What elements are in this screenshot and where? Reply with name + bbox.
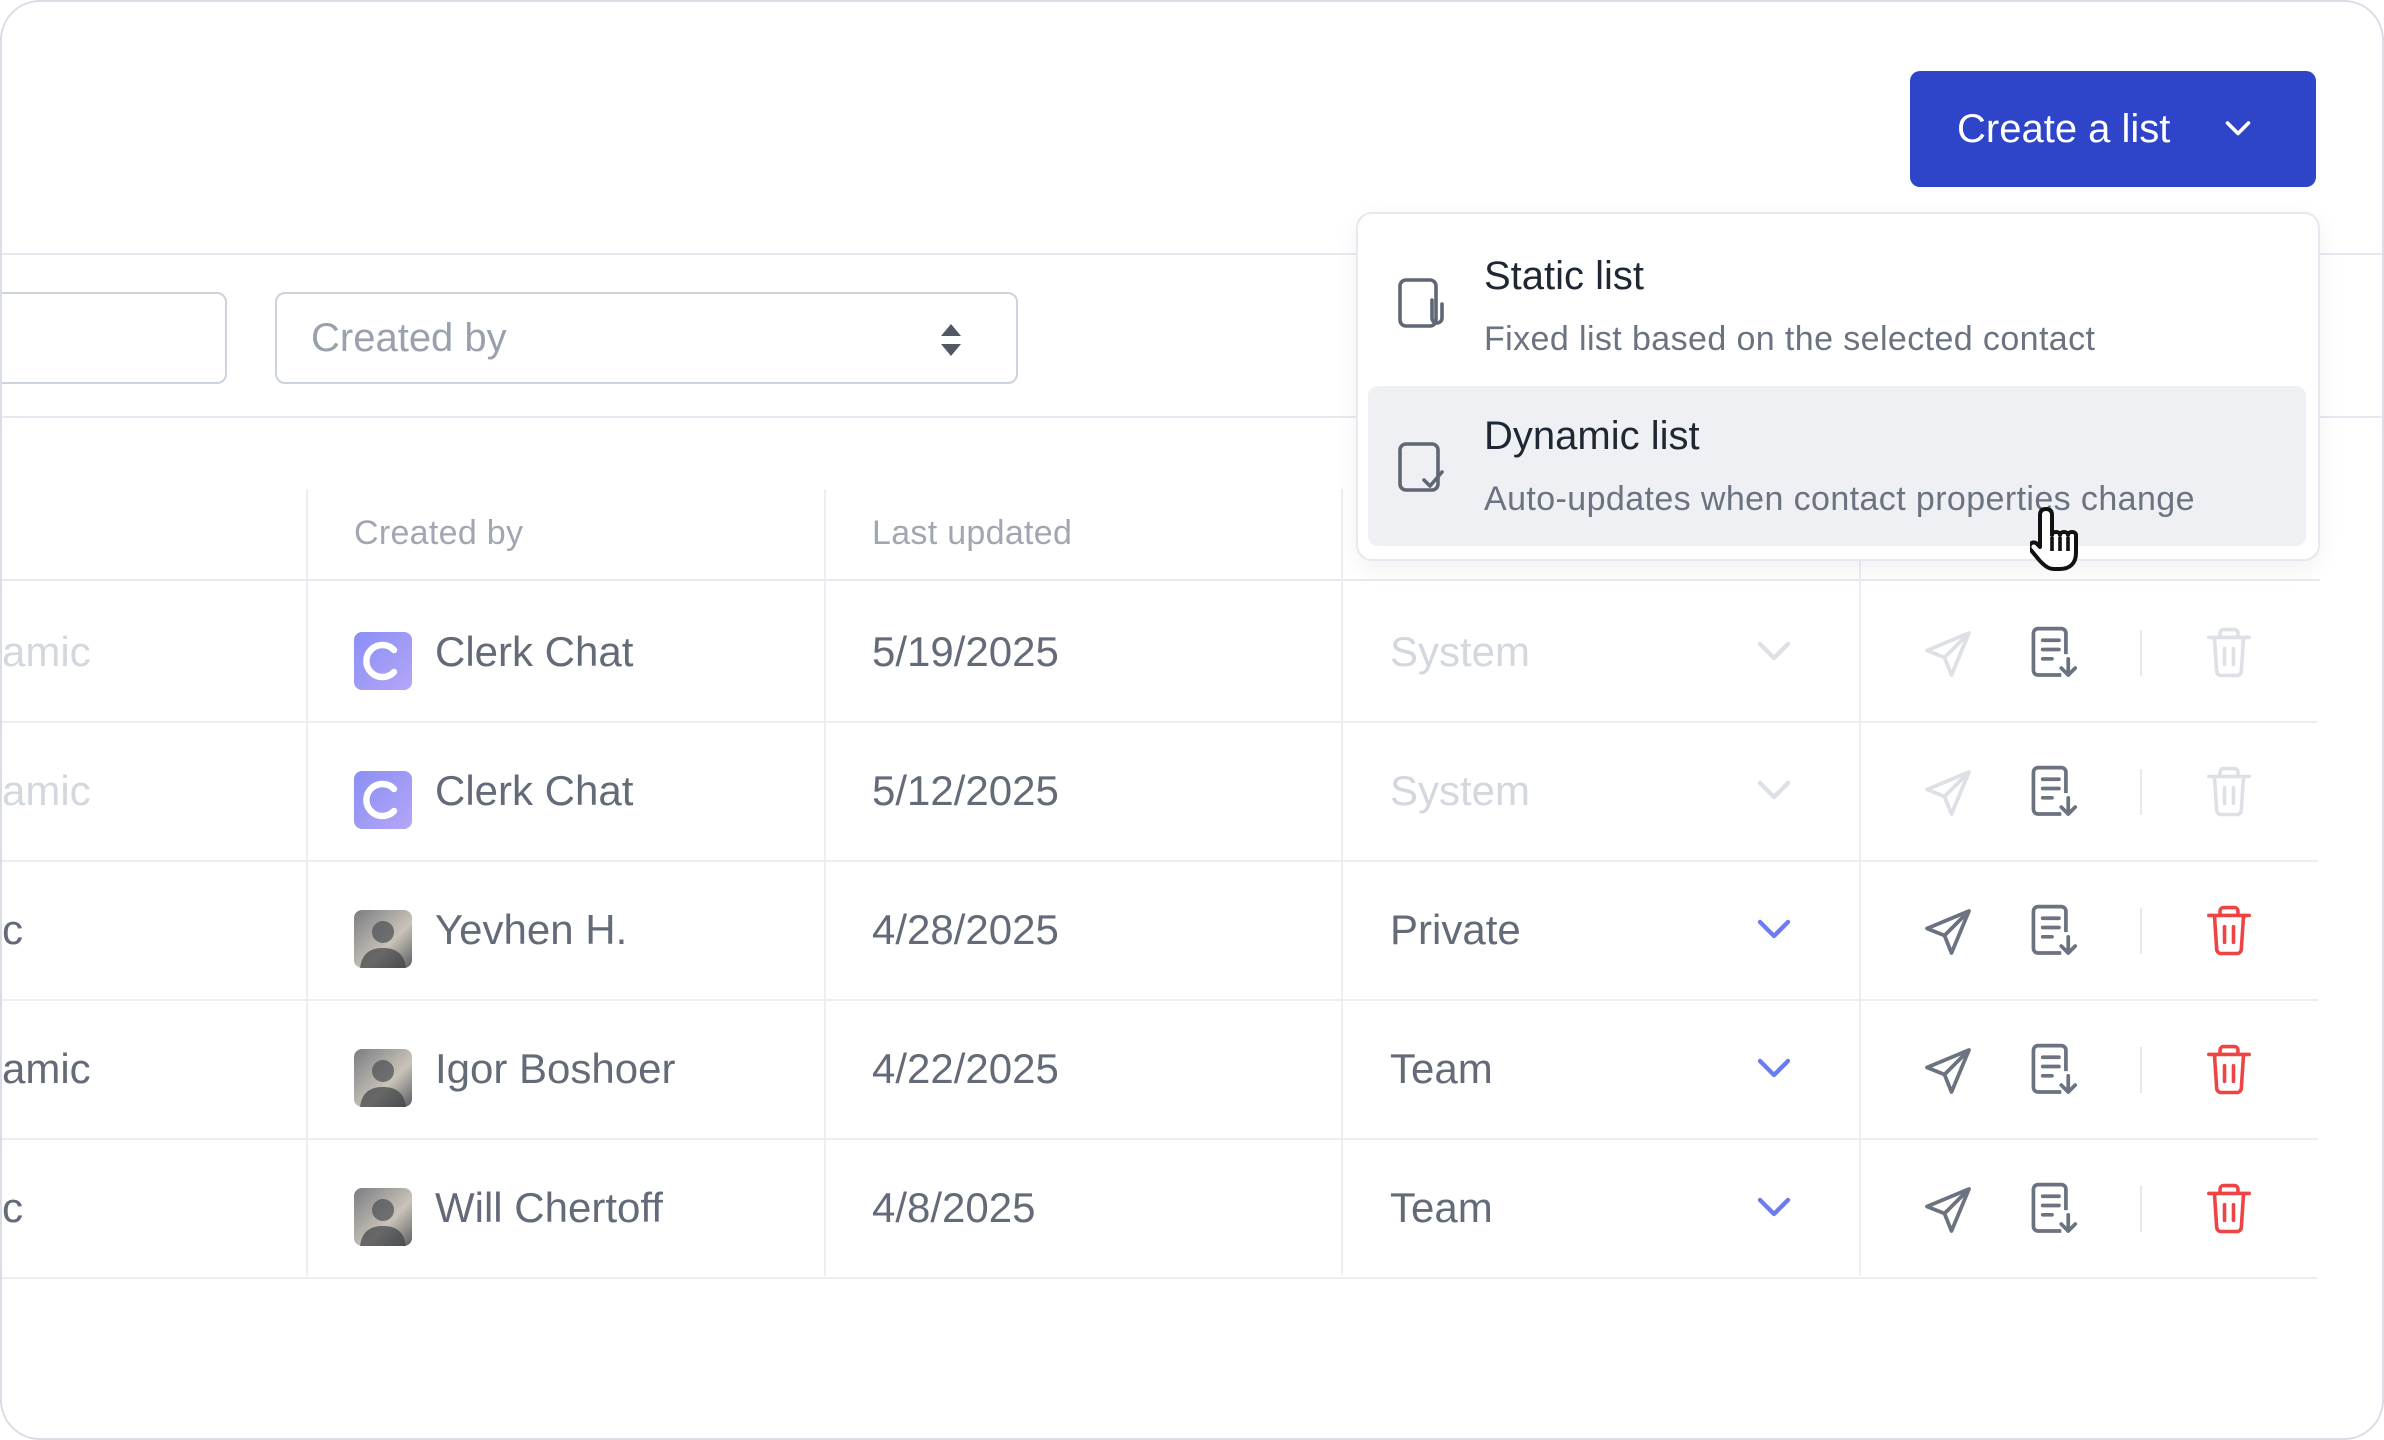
actions-separator <box>2140 769 2142 815</box>
table-row[interactable]: c Yevhen H. 4/28/2025 Private <box>2 860 2318 1001</box>
created-by-placeholder: Created by <box>311 315 507 360</box>
clerk-chat-logo-icon <box>354 632 412 690</box>
send-icon[interactable] <box>1920 1043 1976 1099</box>
last-updated: 4/28/2025 <box>872 905 1059 953</box>
menu-item-dynamic-list[interactable]: Dynamic list Auto-updates when contact p… <box>1368 386 2306 546</box>
export-document-icon[interactable] <box>2024 624 2080 682</box>
hand-cursor-icon <box>2030 507 2078 571</box>
chevron-down-icon[interactable] <box>1754 1053 1794 1085</box>
list-type-cell: c <box>2 1183 23 1231</box>
export-document-icon[interactable] <box>2024 1180 2080 1238</box>
actions-separator <box>2140 1186 2142 1232</box>
send-icon <box>1925 631 1971 677</box>
visibility-value: Team <box>1390 1044 1493 1092</box>
last-updated: 5/12/2025 <box>872 766 1059 814</box>
last-updated: 5/19/2025 <box>872 627 1059 675</box>
search-input[interactable] <box>2 292 227 384</box>
table-row[interactable]: amic Clerk Chat 5/19/2025 System <box>2 582 2318 723</box>
table-header-divider <box>2 579 2320 581</box>
create-list-button[interactable]: Create a list <box>1910 71 2316 187</box>
send-icon[interactable] <box>1920 904 1976 960</box>
send-icon <box>1925 770 1971 816</box>
clerk-chat-logo-icon <box>354 771 412 829</box>
visibility-select[interactable]: Team <box>1390 999 1810 1138</box>
creator-name: Clerk Chat <box>435 627 634 675</box>
column-header-last-updated: Last updated <box>872 514 1073 552</box>
export-document-icon[interactable] <box>2024 1041 2080 1099</box>
created-by-filter[interactable]: Created by <box>275 292 1018 384</box>
chevron-down-icon <box>1757 780 1791 800</box>
visibility-select: System <box>1390 721 1810 860</box>
trash-icon <box>2207 627 2251 678</box>
last-updated: 4/8/2025 <box>872 1183 1036 1231</box>
chevron-down-icon[interactable] <box>1754 914 1794 946</box>
menu-item-description: Fixed list based on the selected contact <box>1484 320 2096 358</box>
paperclip-document-icon <box>1398 278 1444 328</box>
table-row[interactable]: c Will Chertoff 4/8/2025 Team <box>2 1138 2318 1279</box>
trash-icon[interactable] <box>2202 1041 2256 1097</box>
chevron-down-icon[interactable] <box>1754 1192 1794 1224</box>
creator-name: Will Chertoff <box>435 1183 663 1231</box>
trash-icon[interactable] <box>2202 902 2256 958</box>
menu-item-static-list[interactable]: Static list Fixed list based on the sele… <box>1368 216 2306 376</box>
visibility-select[interactable]: Private <box>1390 860 1810 999</box>
table-row[interactable]: amic Igor Boshoer 4/22/2025 Team <box>2 999 2318 1140</box>
export-document-icon[interactable] <box>2024 902 2080 960</box>
menu-item-title: Static list <box>1484 254 1645 298</box>
actions-separator <box>2140 1047 2142 1093</box>
sort-updown-icon <box>941 324 961 356</box>
create-list-menu: Static list Fixed list based on the sele… <box>1356 212 2320 561</box>
export-document-icon[interactable] <box>2024 763 2080 821</box>
send-icon[interactable] <box>1920 1182 1976 1238</box>
app-window: Create a list Created by Created by Last… <box>0 0 2384 1440</box>
visibility-select[interactable]: Team <box>1390 1138 1810 1277</box>
actions-separator <box>2140 908 2142 954</box>
avatar <box>354 1188 412 1246</box>
creator-name: Yevhen H. <box>435 905 628 953</box>
trash-icon[interactable] <box>2202 1180 2256 1236</box>
column-header-created-by: Created by <box>354 514 524 552</box>
list-type-cell: amic <box>2 627 91 675</box>
list-type-cell: c <box>2 905 23 953</box>
list-type-cell: amic <box>2 1044 91 1092</box>
creator-name: Igor Boshoer <box>435 1044 676 1092</box>
check-document-icon <box>1398 442 1444 492</box>
visibility-select: System <box>1390 582 1810 721</box>
avatar <box>354 910 412 968</box>
chevron-down-icon <box>2225 121 2251 136</box>
last-updated: 4/22/2025 <box>872 1044 1059 1092</box>
create-list-label: Create a list <box>1957 106 2171 151</box>
actions-separator <box>2140 630 2142 676</box>
trash-icon <box>2207 766 2251 817</box>
creator-name: Clerk Chat <box>435 766 634 814</box>
menu-item-title: Dynamic list <box>1484 414 1700 458</box>
table-row[interactable]: amic Clerk Chat 5/12/2025 System <box>2 721 2318 862</box>
visibility-value: System <box>1390 766 1531 814</box>
visibility-value: Private <box>1390 905 1521 953</box>
list-type-cell: amic <box>2 766 91 814</box>
chevron-down-icon <box>1757 641 1791 661</box>
visibility-value: Team <box>1390 1183 1493 1231</box>
visibility-value: System <box>1390 627 1531 675</box>
avatar <box>354 1049 412 1107</box>
